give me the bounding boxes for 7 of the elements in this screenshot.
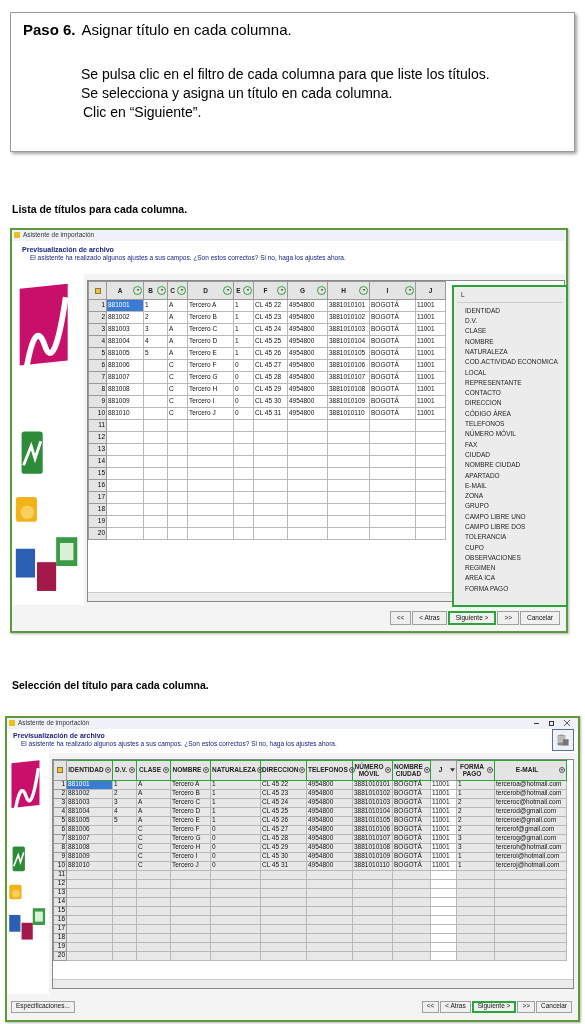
instruction-text: Clic en “Siguiente”.: [82, 102, 203, 121]
section-caption: Selección del título para cada columna.: [12, 677, 210, 693]
instruction-text: Se pulsa clic en el filtro de cada columna para que liste los títulos.: [81, 64, 491, 83]
section-caption: Lista de títulos para cada columna.: [12, 202, 189, 217]
instruction-text: Se selecciona y asigna un título en cada columna.: [81, 83, 394, 102]
step-title: Asignar título en cada columna.: [81, 20, 292, 40]
step-number: Paso 6.: [23, 20, 76, 40]
